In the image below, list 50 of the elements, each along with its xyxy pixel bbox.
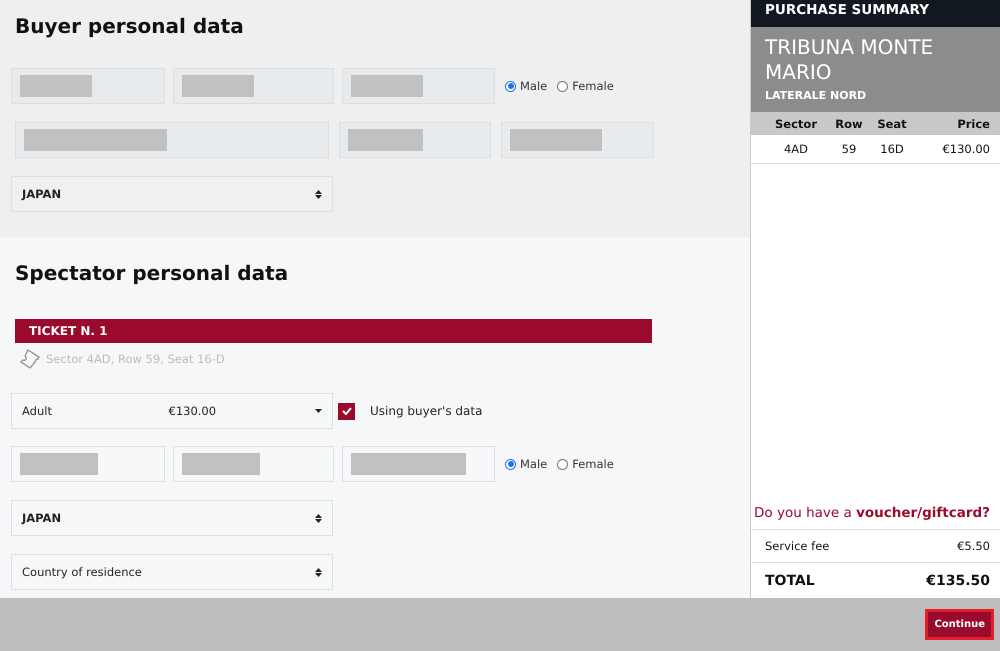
check-icon [342,407,352,415]
radio-label: Female [572,457,614,471]
input-field[interactable] [342,68,495,104]
total-label: TOTAL [765,572,815,588]
radio-label: Female [572,79,614,93]
table-cell-text: €130.00 [941,142,990,156]
section-title: Spectator personal data [15,261,290,285]
table-cell-text: 4AD [782,142,810,156]
residence-select[interactable]: Country of residence [11,554,333,590]
column-header: Sector [774,116,818,130]
ticket-icon [20,349,40,369]
total-value: €135.50 [926,572,990,588]
radio-label: Male [520,79,548,93]
sort-arrows-icon [315,514,322,522]
radio-button[interactable] [505,80,516,92]
venue-title: TRIBUNA MONTE MARIO [765,35,934,85]
input-field[interactable] [173,446,334,482]
input-field[interactable] [173,68,334,104]
summary-header: PURCHASE SUMMARY [751,0,1000,27]
checkbox[interactable] [338,402,355,420]
radio-label: Male [520,457,548,471]
nationality-select[interactable]: JAPAN [11,500,333,536]
column-header: Price [956,116,990,130]
fee-value: €5.50 [957,539,990,553]
sort-arrows-icon [315,568,322,576]
sort-arrows-icon [315,190,322,198]
input-field[interactable] [339,122,491,158]
venue-section: LATERALE NORD [765,89,986,102]
input-field[interactable] [342,446,495,482]
checkbox-label: Using buyer's data [370,404,482,418]
seat-info: Sector 4AD, Row 59, Seat 16-D [46,352,225,366]
input-field[interactable] [15,122,329,158]
input-field[interactable] [501,122,654,158]
section-title: Buyer personal data [15,14,245,38]
ticket-type-select[interactable]: Adult €130.00 [11,393,333,429]
radio-button[interactable] [557,80,568,92]
input-field[interactable] [11,68,165,104]
input-field[interactable] [11,446,165,482]
ticket-header: TICKET N. 1 [15,319,652,343]
column-header: Row [834,116,864,130]
radio-button[interactable] [505,458,516,470]
radio-button[interactable] [557,458,568,470]
table-cell-text: 59 [840,142,858,156]
continue-button[interactable]: Continue [925,609,994,640]
column-header: Seat [876,116,908,130]
nationality-select[interactable]: JAPAN [11,176,333,212]
voucher-link[interactable]: Do you have a voucher/giftcard? [751,505,1000,529]
fee-label: Service fee [765,539,830,553]
caret-down-icon [315,409,322,413]
table-cell-text: 16D [879,142,905,156]
